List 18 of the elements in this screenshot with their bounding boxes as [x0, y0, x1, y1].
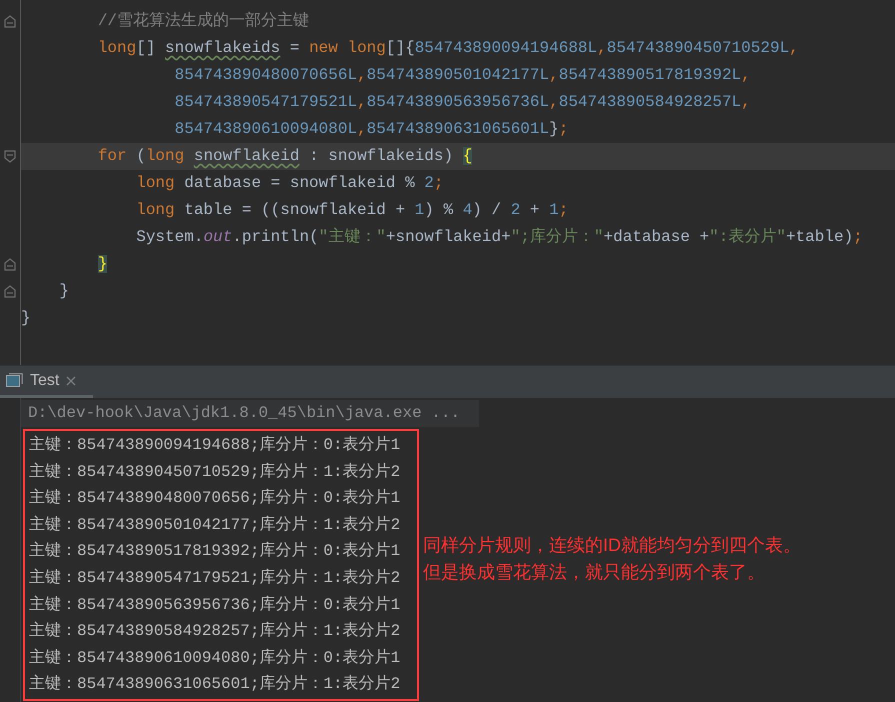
close-icon[interactable] [66, 376, 76, 386]
output-line: 主键：854743890501042177;库分片：1:表分片2 [29, 514, 402, 536]
fold-icon[interactable] [4, 258, 16, 271]
output-line: 主键：854743890547179521;库分片：1:表分片2 [29, 568, 402, 589]
annotation-text: 同样分片规则，连续的ID就能均匀分到四个表。 [423, 534, 801, 557]
output-line: 主键：854743890584928257;库分片：1:表分片2 [29, 620, 402, 642]
fold-icon[interactable] [4, 15, 16, 28]
output-line: 主键：854743890480070656;库分片：0:表分片1 [29, 488, 402, 510]
output-line: 主键：854743890631065601;库分片：1:表分片2 [29, 674, 402, 696]
fold-icon[interactable] [4, 150, 16, 163]
fold-icon[interactable] [4, 285, 16, 298]
output-line: 主键：854743890094194688;库分片：0:表分片1 [29, 434, 402, 456]
annotation-text: 但是换成雪花算法，就只能分到两个表了。 [423, 560, 766, 584]
console-icon [6, 373, 23, 388]
output-line: 主键：854743890563956736;库分片：0:表分片1 [29, 594, 402, 616]
output-line: 主键：854743890450710529;库分片：1:表分片2 [29, 462, 402, 483]
output-line: 主键：854743890517819392;库分片：0:表分片1 [29, 540, 402, 562]
output-line: 主键：854743890610094080;库分片：0:表分片1 [29, 648, 402, 669]
